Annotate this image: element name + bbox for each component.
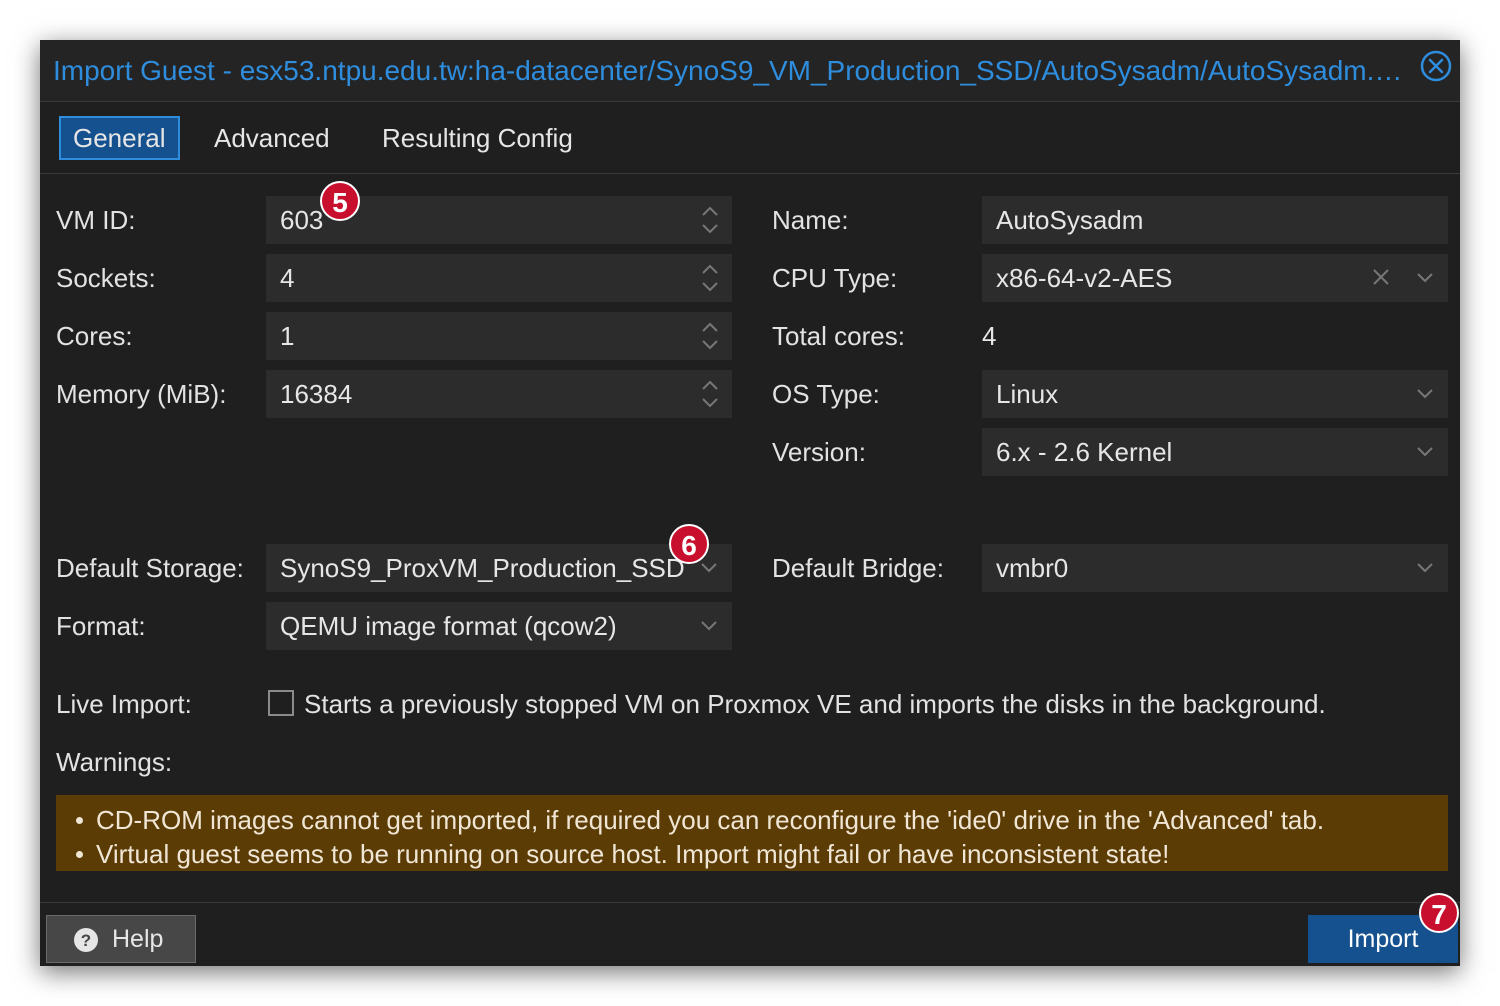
version-value: 6.x - 2.6 Kernel: [996, 437, 1173, 467]
format-value: QEMU image format (qcow2): [280, 611, 617, 641]
question-circle-icon: ?: [74, 928, 98, 952]
spinner-icon[interactable]: [700, 376, 720, 412]
help-label: Help: [112, 925, 164, 953]
svg-text:?: ?: [81, 931, 91, 950]
name-input[interactable]: AutoSysadm: [982, 196, 1448, 244]
memory-label: Memory (MiB):: [56, 379, 227, 409]
import-guest-dialog: Import Guest - esx53.ntpu.edu.tw:ha-data…: [40, 40, 1460, 966]
footer-divider: [40, 902, 1460, 903]
vmid-value: 603: [280, 205, 324, 235]
storage-value: SynoS9_ProxVM_Production_SSD: [280, 553, 685, 583]
dialog-title: Import Guest - esx53.ntpu.edu.tw:ha-data…: [53, 55, 1403, 86]
tab-bar: General Advanced Resulting Config: [40, 102, 1460, 174]
step-badge: 7: [1419, 893, 1459, 933]
name-value: AutoSysadm: [996, 205, 1144, 235]
warnings-box: CD-ROM images cannot get imported, if re…: [56, 795, 1448, 871]
cores-value: 1: [280, 321, 295, 351]
step-badge: 5: [320, 181, 360, 221]
step-badge: 6: [669, 524, 709, 564]
version-label: Version:: [772, 437, 866, 467]
tab-resulting-config[interactable]: Resulting Config: [370, 116, 585, 160]
warnings-label: Warnings:: [56, 747, 173, 777]
warning-item: CD-ROM images cannot get imported, if re…: [70, 803, 1448, 837]
chevron-down-icon[interactable]: [698, 614, 720, 636]
live-import-description[interactable]: Starts a previously stopped VM on Proxmo…: [304, 680, 1326, 728]
close-icon[interactable]: [1420, 50, 1452, 82]
live-import-checkbox[interactable]: [268, 690, 294, 716]
cputype-label: CPU Type:: [772, 263, 898, 293]
chevron-down-icon[interactable]: [1414, 382, 1436, 404]
memory-value: 16384: [280, 379, 353, 409]
format-label: Format:: [56, 611, 146, 641]
spinner-icon[interactable]: [700, 260, 720, 296]
cores-label: Cores:: [56, 321, 133, 351]
cputype-value: x86-64-v2-AES: [996, 263, 1173, 293]
cores-input[interactable]: 1: [266, 312, 732, 360]
sockets-input[interactable]: 4: [266, 254, 732, 302]
version-select[interactable]: 6.x - 2.6 Kernel: [982, 428, 1448, 476]
sockets-label: Sockets:: [56, 263, 156, 293]
memory-input[interactable]: 16384: [266, 370, 732, 418]
chevron-down-icon[interactable]: [1414, 440, 1436, 462]
bridge-value: vmbr0: [996, 553, 1069, 583]
totalcores-label: Total cores:: [772, 321, 905, 351]
bridge-select[interactable]: vmbr0: [982, 544, 1448, 592]
ostype-label: OS Type:: [772, 379, 880, 409]
warning-item: Virtual guest seems to be running on sou…: [70, 837, 1448, 871]
chevron-down-icon[interactable]: [1414, 266, 1436, 288]
totalcores-value: 4: [982, 321, 997, 351]
clear-icon[interactable]: [1370, 266, 1392, 288]
live-import-label: Live Import:: [56, 689, 192, 719]
cputype-select[interactable]: x86-64-v2-AES: [982, 254, 1448, 302]
vmid-label: VM ID:: [56, 205, 136, 235]
tab-advanced[interactable]: Advanced: [202, 116, 342, 160]
sockets-value: 4: [280, 263, 295, 293]
ostype-select[interactable]: Linux: [982, 370, 1448, 418]
spinner-icon[interactable]: [700, 202, 720, 238]
ostype-value: Linux: [996, 379, 1059, 409]
bridge-label: Default Bridge:: [772, 553, 944, 583]
storage-select[interactable]: SynoS9_ProxVM_Production_SSD: [266, 544, 732, 592]
tab-general[interactable]: General: [59, 116, 180, 160]
chevron-down-icon[interactable]: [1414, 556, 1436, 578]
format-select[interactable]: QEMU image format (qcow2): [266, 602, 732, 650]
spinner-icon[interactable]: [700, 318, 720, 354]
name-label: Name:: [772, 205, 849, 235]
help-button[interactable]: ? Help: [46, 915, 196, 963]
storage-label: Default Storage:: [56, 553, 244, 583]
title-bar: Import Guest - esx53.ntpu.edu.tw:ha-data…: [40, 40, 1460, 102]
